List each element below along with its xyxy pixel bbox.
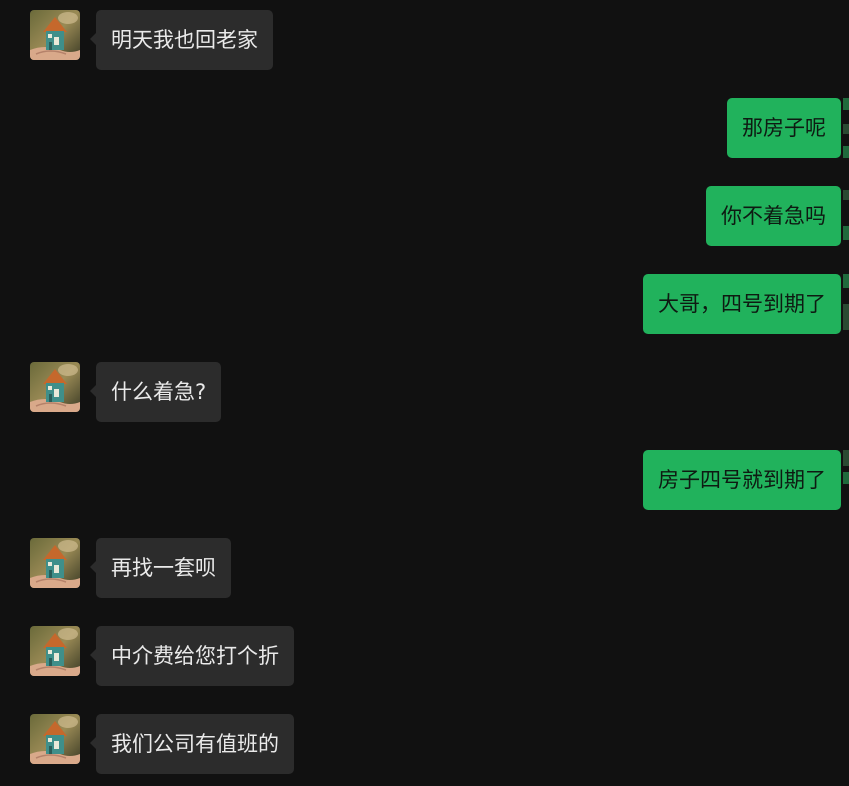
message-bubble-incoming[interactable]: 什么着急? [89,362,222,422]
message-bubble-incoming[interactable]: 明天我也回老家 [90,10,273,70]
message-row-outgoing: 你不着急吗 [0,186,849,246]
message-row-incoming: 什么着急? [0,362,849,422]
house-in-hand-avatar-icon[interactable] [30,362,80,412]
message-row-incoming: 中介费给您打个折 [0,626,849,686]
cropped-avatar-edge [841,98,849,158]
message-bubble-incoming[interactable]: 我们公司有值班的 [90,714,294,774]
message-bubble-incoming[interactable]: 中介费给您打个折 [90,626,294,686]
house-in-hand-avatar-icon[interactable] [30,10,80,60]
message-row-incoming: 明天我也回老家 [0,10,849,70]
message-row-outgoing: 大哥，四号到期了 [0,274,849,334]
message-row-incoming: 我们公司有值班的 [0,714,849,774]
message-row-incoming: 再找一套呗 [0,538,849,598]
cropped-avatar-edge [841,186,849,246]
chat-window: { "chat": { "messages": [ {"side": "left… [0,0,849,786]
cropped-avatar-edge [841,274,849,334]
message-row-outgoing: 房子四号就到期了 [0,450,849,510]
house-in-hand-avatar-icon[interactable] [30,714,80,764]
message-bubble-incoming[interactable]: 再找一套呗 [90,538,231,598]
message-bubble-outgoing[interactable]: 那房子呢 [727,98,847,158]
cropped-avatar-edge [841,450,849,510]
message-bubble-outgoing[interactable]: 你不着急吗 [706,186,847,246]
message-bubble-outgoing[interactable]: 房子四号就到期了 [643,450,847,510]
message-row-outgoing: 那房子呢 [0,98,849,158]
house-in-hand-avatar-icon[interactable] [30,538,80,588]
message-bubble-outgoing[interactable]: 大哥，四号到期了 [643,274,847,334]
house-in-hand-avatar-icon[interactable] [30,626,80,676]
